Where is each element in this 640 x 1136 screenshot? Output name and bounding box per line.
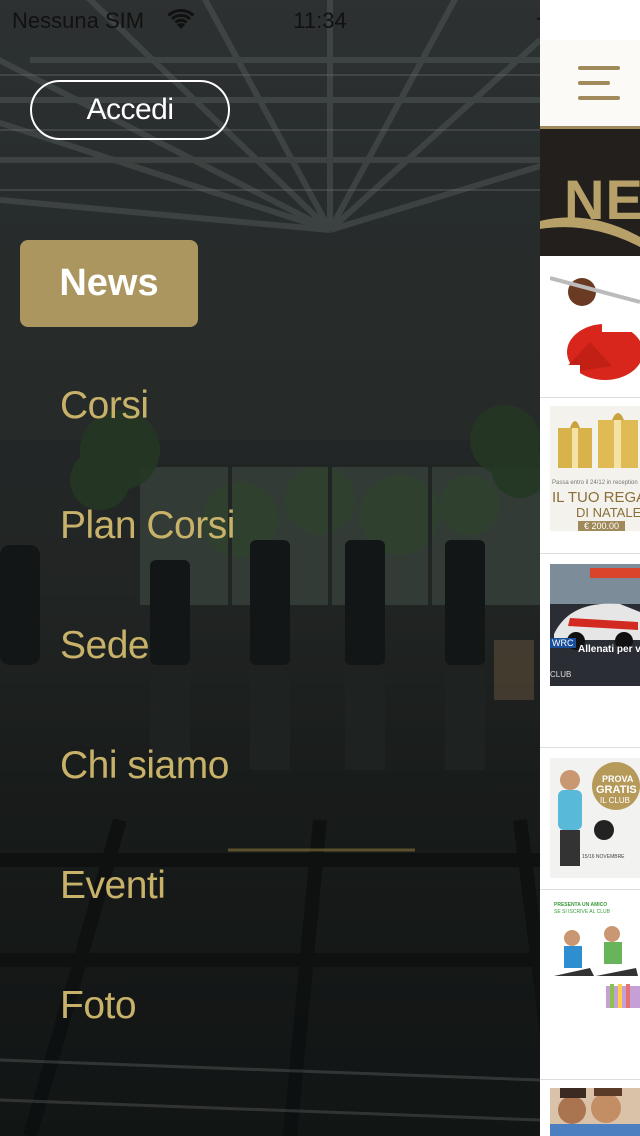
menu-item-foto[interactable]: Foto <box>60 966 137 1046</box>
gift-boxes-image: Passa entro il 24/12 in reception IL TUO… <box>550 406 640 531</box>
news-banner: NE <box>540 129 640 256</box>
news-item[interactable]: PROVA GRATIS IL CLUB 15/16 NOVEMBRE <box>540 748 640 890</box>
news-item[interactable]: WRC Allenati per v CLUB <box>540 554 640 748</box>
menu-item-chi-siamo[interactable]: Chi siamo <box>60 726 229 806</box>
rally-car-image: WRC Allenati per v CLUB <box>550 564 640 686</box>
content-panel[interactable]: NE Passa entro il 24/12 in reception IL … <box>540 0 640 1136</box>
people-photo-image <box>550 1088 640 1136</box>
couple-promo-subtitle: SE SI ISCRIVE AL CLUB <box>554 909 610 915</box>
menu-item-corsi[interactable]: Corsi <box>60 366 149 446</box>
news-item[interactable] <box>540 256 640 398</box>
news-item[interactable]: Passa entro il 24/12 in reception IL TUO… <box>540 398 640 554</box>
content-header <box>540 40 640 126</box>
rally-club-label: CLUB <box>550 670 572 679</box>
menu-item-plan-corsi[interactable]: Plan Corsi <box>60 486 235 566</box>
news-banner-title: NE <box>564 168 640 231</box>
santa-claus-lifting-image <box>550 262 640 387</box>
menu-item-eventi[interactable]: Eventi <box>60 846 166 926</box>
news-item[interactable]: PRESENTA UN AMICO SE SI ISCRIVE AL CLUB <box>540 890 640 1080</box>
gift-promo-title: IL TUO REGA <box>552 489 640 506</box>
hamburger-icon[interactable] <box>578 66 620 104</box>
rally-wrc-label: WRC <box>550 638 576 648</box>
prova-gratis-image: PROVA GRATIS IL CLUB 15/16 NOVEMBRE <box>550 758 640 878</box>
menu-item-news[interactable]: News <box>20 240 198 327</box>
menu-item-sede[interactable]: Sede <box>60 606 150 686</box>
prova-dates: 15/16 NOVEMBRE <box>582 854 625 860</box>
login-button[interactable]: Accedi <box>30 80 230 140</box>
fitness-couple-image: PRESENTA UN AMICO SE SI ISCRIVE AL CLUB <box>550 898 640 1023</box>
rally-promo-text: Allenati per v <box>578 644 640 655</box>
gift-promo-note: Passa entro il 24/12 in reception <box>552 480 638 486</box>
prova-label: PROVA <box>602 774 634 784</box>
gift-promo-price: € 200.00 <box>578 521 626 531</box>
couple-promo-title: PRESENTA UN AMICO <box>554 902 608 908</box>
gift-promo-subtitle: DI NATALE <box>576 505 640 520</box>
gratis-label: GRATIS <box>596 784 637 796</box>
il-club-label: IL CLUB <box>600 796 630 805</box>
news-item[interactable] <box>540 1080 640 1136</box>
